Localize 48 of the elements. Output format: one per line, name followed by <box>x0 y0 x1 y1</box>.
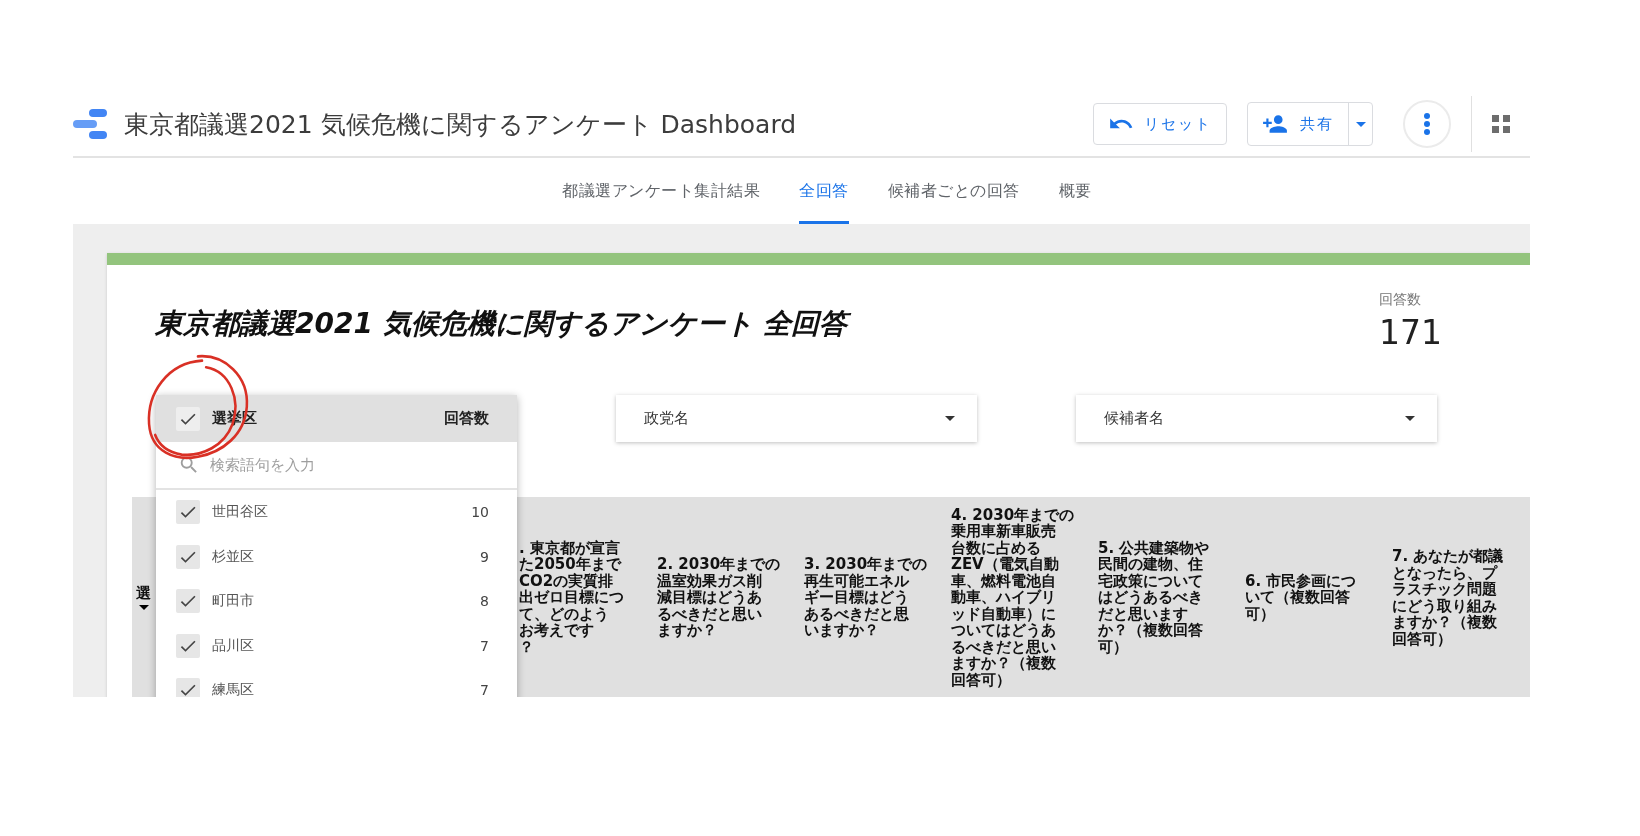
checkbox[interactable] <box>176 589 200 614</box>
page-tab[interactable]: 候補者ごとの回答 <box>887 158 1020 224</box>
checkbox[interactable] <box>176 406 200 431</box>
dashboard-title: 東京都議選2021 気候危機に関するアンケート Dashboard <box>124 108 797 141</box>
more-icon <box>1424 113 1430 135</box>
column-header: 3. 2030年までの 再生可能エネル ギー目標はどう あるべきだと思 いますか？ <box>804 556 928 639</box>
option-count: 7 <box>480 682 489 697</box>
option-count: 9 <box>480 548 489 565</box>
column-header: . 東京都が宣言 た2050年まで CO2の実質排 出ゼロ目標につ て、どのよう お考えです ？ <box>519 539 624 656</box>
checkbox[interactable] <box>176 633 200 658</box>
option-count: 10 <box>471 504 489 521</box>
more-button[interactable] <box>1403 100 1451 148</box>
option-label: 世田谷区 <box>212 503 269 522</box>
option-label: 町田市 <box>212 592 255 611</box>
filter-option[interactable]: 品川区 7 <box>156 623 517 668</box>
option-count: 7 <box>480 637 489 654</box>
checkbox[interactable] <box>176 544 200 569</box>
filter-dropdown[interactable]: 候補者名 <box>1076 395 1437 442</box>
caret-icon <box>945 416 955 421</box>
filter-option[interactable]: 世田谷区 10 <box>156 490 517 535</box>
filter-option[interactable]: 町田市 8 <box>156 579 517 624</box>
search-field[interactable]: 検索語句を入力 <box>210 454 470 476</box>
column-header: 4. 2030年までの 乗用車新車販売 台数に占める ZEV（電気自動 車、燃料電池自 動車、ハイブリ ッド自動車）に ついてはどうあ るべきだと思い ますか？（複数 回答可） <box>951 506 1075 689</box>
column-header: 6. 市民参画につ いて（複数回答 可） <box>1245 572 1357 623</box>
caret-icon <box>1355 121 1366 127</box>
count-header: 回答数 <box>444 409 489 428</box>
apps-button[interactable] <box>1492 115 1510 133</box>
count-label: 回答数 <box>1379 291 1421 309</box>
option-label: 練馬区 <box>212 681 255 697</box>
filter-option[interactable]: 練馬区 7 <box>156 668 517 697</box>
column-header: 2. 2030年までの 温室効果ガス削 減目標はどうあ るべきだと思い ますか？ <box>657 556 781 639</box>
caret-icon <box>1405 416 1415 421</box>
grid-icon <box>1492 115 1510 133</box>
column-header: 7. あなたが都議 となったら、プ ラスチック問題 にどう取り組み ますか？（複数 回答可） <box>1392 548 1504 647</box>
checkbox[interactable] <box>176 500 200 525</box>
page-tab[interactable]: 概要 <box>1058 158 1092 224</box>
option-count: 8 <box>480 593 489 610</box>
column-header: 5. 公共建築物や 民間の建物、住 宅政策について はどうあるべき だと思います か？（複数回答 可） <box>1098 539 1210 656</box>
filter-dropdown[interactable]: 政党名 <box>616 395 977 442</box>
page-tab[interactable]: 都議選アンケート集計結果 <box>562 158 760 224</box>
filter-option[interactable]: 杉並区 9 <box>156 534 517 579</box>
column-header: 選 <box>136 584 151 602</box>
option-label: 品川区 <box>212 636 255 655</box>
logo-icon <box>73 108 109 140</box>
checkbox[interactable] <box>176 678 200 697</box>
reset-button[interactable]: リセット <box>1093 103 1227 145</box>
option-label: 杉並区 <box>212 547 255 566</box>
count-value: 171 <box>1379 313 1442 352</box>
